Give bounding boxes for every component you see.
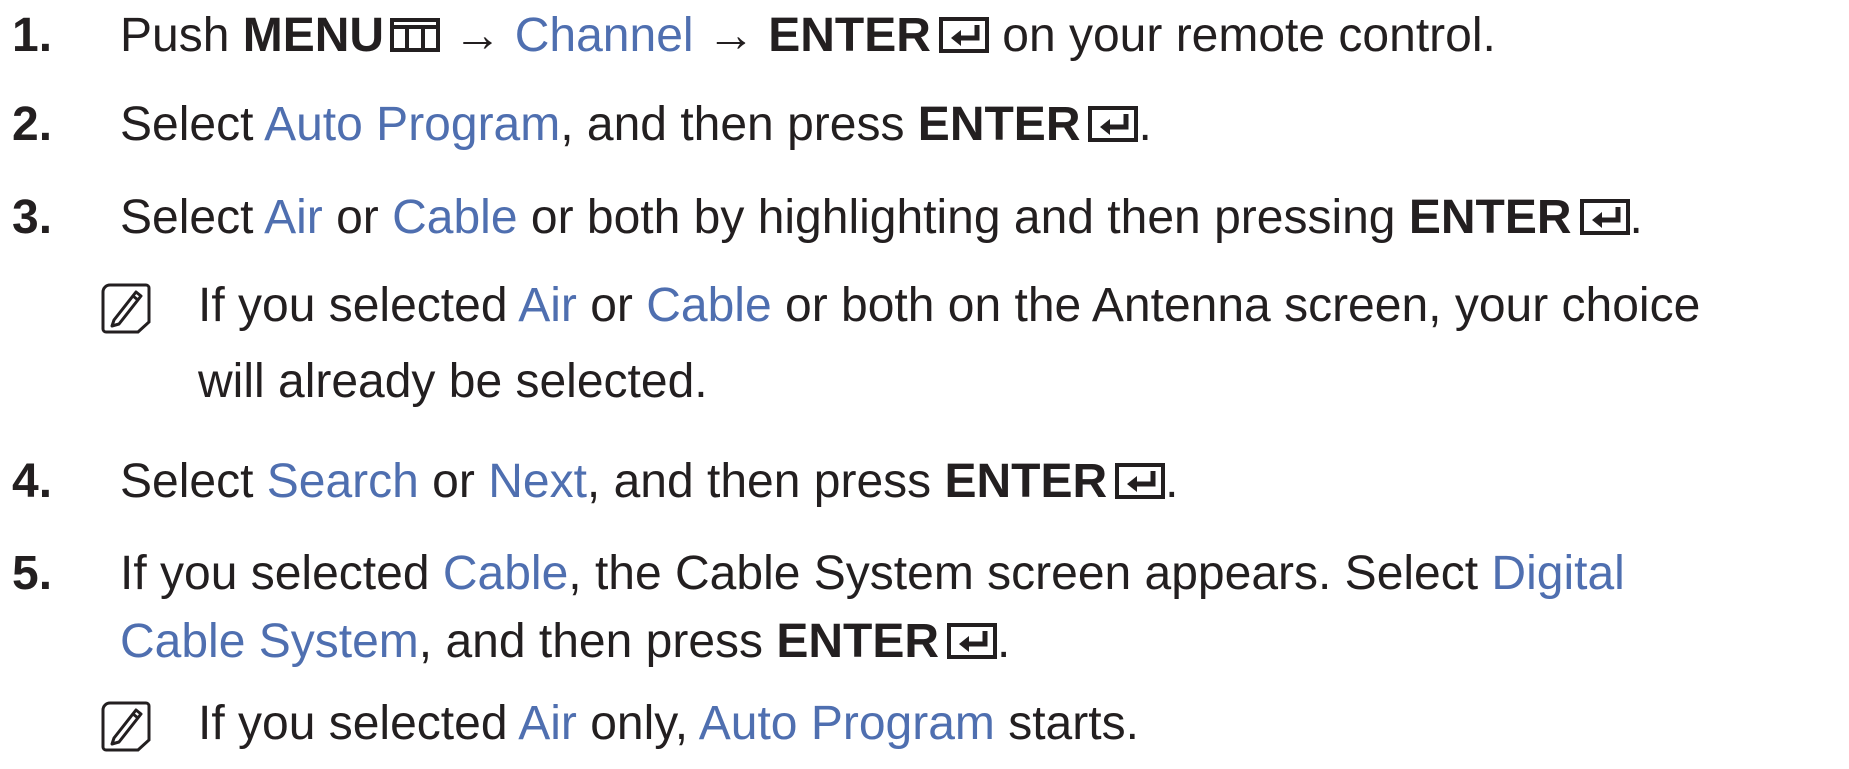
menu-path-channel: Channel: [514, 9, 694, 62]
option-search: Search: [266, 455, 419, 508]
option-air: Air: [518, 697, 577, 750]
step-number: 1.: [12, 9, 53, 62]
enter-icon: [947, 623, 998, 660]
menu-option-auto-program: Auto Program: [264, 98, 561, 151]
enter-icon: [1088, 106, 1139, 143]
enter-icon: [1579, 199, 1630, 236]
menu-icon: [390, 18, 441, 53]
enter-icon: [938, 17, 989, 54]
enter-key-label: ENTER: [1408, 191, 1572, 244]
option-air: Air: [518, 279, 577, 332]
note-text: If you selected Air only, Auto Program s…: [198, 697, 1139, 750]
option-next: Next: [488, 455, 587, 508]
enter-key-label: ENTER: [917, 98, 1081, 151]
option-digital: Digital: [1491, 547, 1625, 600]
step-text: Select Search or Next, and then press EN…: [120, 455, 1179, 508]
note-text: will already be selected.: [198, 355, 708, 408]
note-pencil-icon: [100, 700, 152, 769]
step-text: Select Air or Cable or both by highlight…: [120, 191, 1643, 244]
option-cable: Cable: [392, 191, 518, 244]
step-number: 5.: [12, 547, 53, 600]
note-text: If you selected Air or Cable or both on …: [198, 279, 1701, 332]
step-number: 3.: [12, 191, 53, 244]
enter-key-label: ENTER: [776, 615, 940, 668]
step-number: 4.: [12, 455, 53, 508]
option-cable-system: Cable System: [120, 615, 419, 668]
enter-icon: [1115, 463, 1166, 500]
note-pencil-icon: [100, 282, 152, 351]
option-air: Air: [264, 191, 323, 244]
step-text: Select Auto Program, and then press ENTE…: [120, 98, 1152, 151]
enter-key-label: ENTER: [944, 455, 1108, 508]
enter-key-label: ENTER: [768, 9, 931, 62]
option-auto-program: Auto Program: [698, 697, 995, 750]
step-text: Cable System, and then press ENTER.: [120, 615, 1011, 668]
option-cable: Cable: [442, 547, 569, 600]
step-text: If you selected Cable, the Cable System …: [120, 547, 1625, 600]
option-cable: Cable: [646, 279, 772, 332]
menu-key-label: MENU: [242, 9, 385, 62]
step-number: 2.: [12, 98, 53, 151]
step-text: Push MENU → Channel → ENTER on your remo…: [120, 9, 1496, 62]
